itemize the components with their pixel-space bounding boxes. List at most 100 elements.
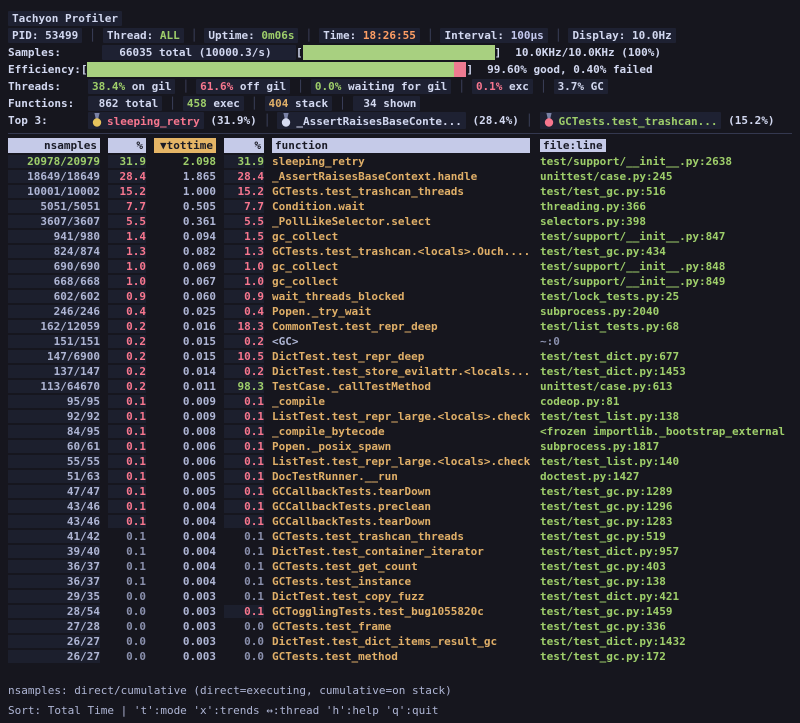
top3-entry-rank-3: GCTests.test_trashcan... — [540, 112, 722, 129]
efficiency-row: Efficiency: [ ] 99.60% good, 0.40% faile… — [8, 61, 792, 78]
nsamples-cell: 92/92 — [8, 410, 100, 423]
footer: nsamples: direct/cumulative (direct=exec… — [8, 680, 792, 720]
nsamples-cell: 36/37 — [8, 560, 100, 573]
efficiency-progress-bar — [87, 62, 466, 77]
separator: │ — [184, 29, 205, 42]
file-line-cell: test/test_gc.py:519 — [540, 530, 792, 543]
top3-percentage: (31.9%) — [204, 114, 257, 127]
column-header-tottime[interactable]: ▼tottime — [154, 138, 216, 153]
efficiency-label: Efficiency: — [8, 63, 81, 76]
tottime-cell: 0.003 — [154, 620, 216, 633]
column-header-function[interactable]: function — [272, 138, 530, 153]
threads-label: Threads: — [8, 80, 88, 93]
separator: │ — [257, 114, 278, 127]
direct-pct-cell: 31.9 — [108, 155, 146, 168]
cumulative-pct-cell: 1.0 — [224, 275, 264, 288]
cumulative-pct-cell: 0.1 — [224, 575, 264, 588]
cumulative-pct-cell: 0.2 — [224, 365, 264, 378]
table-row: 95/950.10.0090.1_compilecodeop.py:81 — [8, 394, 792, 409]
cumulative-pct-cell: 0.1 — [224, 470, 264, 483]
direct-pct-cell: 0.1 — [108, 455, 146, 468]
footer-keybindings: Sort: Total Time | 't':mode 'x':trends ↔… — [8, 700, 792, 720]
status-item-label: Time: — [323, 29, 363, 42]
direct-pct-cell: 0.1 — [108, 470, 146, 483]
table-row: 690/6901.00.0691.0gc_collecttest/support… — [8, 259, 792, 274]
tottime-cell: 0.361 — [154, 215, 216, 228]
cumulative-pct-cell: 0.1 — [224, 485, 264, 498]
separator: │ — [451, 80, 472, 93]
status-item: Uptime: 0m06s — [204, 28, 298, 43]
nsamples-cell: 3607/3607 — [8, 215, 100, 228]
threads-stats: 38.4% on gil│61.6% off gil│0.0% waiting … — [88, 79, 608, 94]
table-row: 941/9801.40.0941.5gc_collecttest/support… — [8, 229, 792, 244]
nsamples-cell: 824/874 — [8, 245, 100, 258]
column-header-%[interactable]: % — [224, 138, 264, 153]
separator: │ — [332, 97, 353, 110]
file-line-cell: test/support/__init__.py:847 — [540, 230, 792, 243]
function-stat-value: 458 — [187, 97, 207, 110]
thread-stat-value: 38.4% — [92, 80, 125, 93]
nsamples-cell: 36/37 — [8, 575, 100, 588]
separator: │ — [420, 29, 441, 42]
nsamples-cell: 47/47 — [8, 485, 100, 498]
nsamples-cell: 20978/20979 — [8, 155, 100, 168]
cumulative-pct-cell: 15.2 — [224, 185, 264, 198]
function-cell: ListTest.test_repr_large.<locals>.check — [272, 410, 530, 423]
table-row: 137/1470.20.0140.2DictTest.test_store_ev… — [8, 364, 792, 379]
function-cell: GCCallbackTests.tearDown — [272, 515, 530, 528]
file-line-cell: test/test_list.py:138 — [540, 410, 792, 423]
function-stat: 458 exec — [183, 96, 244, 111]
top3-function-name: GCTests.test_trashcan... — [559, 115, 718, 128]
direct-pct-cell: 5.5 — [108, 215, 146, 228]
status-item-label: Thread: — [107, 29, 160, 42]
function-cell: sleeping_retry — [272, 155, 530, 168]
thread-stat-value: 3.7% — [558, 80, 585, 93]
cumulative-pct-cell: 10.5 — [224, 350, 264, 363]
direct-pct-cell: 0.1 — [108, 575, 146, 588]
thread-stat: 3.7% GC — [554, 79, 608, 94]
function-cell: GCTests.test_trashcan_threads — [272, 530, 530, 543]
column-header-file-line[interactable]: file:line — [540, 139, 792, 152]
direct-pct-cell: 0.1 — [108, 500, 146, 513]
cumulative-pct-cell: 0.1 — [224, 545, 264, 558]
file-line-cell: test/test_gc.py:336 — [540, 620, 792, 633]
status-item-label: Display: — [572, 29, 632, 42]
top3-function-name: _AssertRaisesBaseConte... — [296, 115, 462, 128]
top3-label: Top 3: — [8, 114, 88, 127]
table-row: 43/460.10.0040.1GCCallbackTests.preclean… — [8, 499, 792, 514]
status-item: Time: 18:26:55 — [319, 28, 420, 43]
medal-gold-icon — [92, 115, 107, 128]
thread-stat: 61.6% off gil — [196, 79, 290, 94]
cumulative-pct-cell: 0.0 — [224, 635, 264, 648]
samples-bar-close-bracket: ] — [495, 46, 502, 59]
direct-pct-cell: 1.4 — [108, 230, 146, 243]
tottime-cell: 0.009 — [154, 410, 216, 423]
tottime-cell: 0.004 — [154, 560, 216, 573]
tottime-cell: 0.003 — [154, 590, 216, 603]
cumulative-pct-cell: 31.9 — [224, 155, 264, 168]
footer-legend: nsamples: direct/cumulative (direct=exec… — [8, 680, 792, 700]
direct-pct-cell: 0.4 — [108, 305, 146, 318]
top3-entry-rank-2: _AssertRaisesBaseConte... — [277, 112, 466, 129]
samples-progress-fill — [303, 45, 495, 60]
file-line-cell: test/test_gc.py:1289 — [540, 485, 792, 498]
samples-label: Samples: — [8, 46, 88, 59]
nsamples-cell: 690/690 — [8, 260, 100, 273]
cumulative-pct-cell: 0.0 — [224, 650, 264, 663]
thread-stat: 0.1% exc — [472, 79, 533, 94]
threads-row: Threads:38.4% on gil│61.6% off gil│0.0% … — [8, 78, 792, 95]
column-header-%[interactable]: % — [108, 138, 146, 153]
function-stat: 862 total — [88, 96, 162, 111]
column-header-nsamples[interactable]: nsamples — [8, 138, 100, 153]
function-cell: GCCallbackTests.tearDown — [272, 485, 530, 498]
tottime-cell: 0.094 — [154, 230, 216, 243]
title-row: Tachyon Profiler — [8, 10, 792, 27]
function-cell: wait_threads_blocked — [272, 290, 530, 303]
separator: │ — [290, 80, 311, 93]
function-cell: GCTests.test_get_count — [272, 560, 530, 573]
table-row: 20978/2097931.92.09831.9sleeping_retryte… — [8, 154, 792, 169]
tottime-cell: 0.011 — [154, 380, 216, 393]
efficiency-text: 99.60% good, 0.40% failed — [487, 63, 653, 76]
function-cell: _compile — [272, 395, 530, 408]
table-row: 51/630.10.0050.1DocTestRunner.__rundocte… — [8, 469, 792, 484]
